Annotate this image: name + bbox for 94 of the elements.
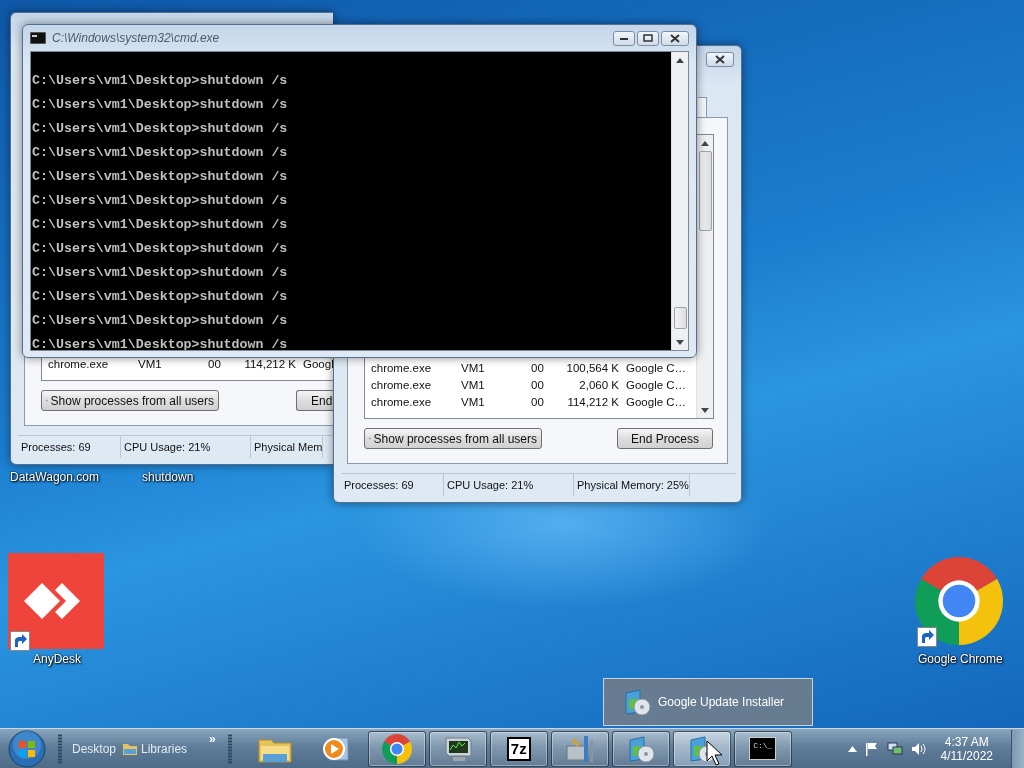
console-line: C:\Users\vm1\Desktop>shutdown /s <box>32 96 289 114</box>
table-cell-text: VM1 <box>138 357 163 370</box>
clock-date[interactable]: 4/11/2022 <box>940 748 993 763</box>
show-desktop-button[interactable] <box>1011 729 1024 768</box>
taskbar-button[interactable]: C:\_ <box>733 730 792 767</box>
taskbar-button[interactable] <box>428 730 487 767</box>
table-cell-text: chrome.exe <box>48 357 110 370</box>
popup-title: Google Update Installer <box>658 695 785 709</box>
console-icon <box>30 32 46 44</box>
maximize-button[interactable] <box>637 30 659 46</box>
table-cell-text: 00 <box>531 378 545 391</box>
table-cell: Googl <box>303 357 333 370</box>
table-cell-text: chrome.exe <box>371 378 433 391</box>
desktop-icon-label[interactable]: shutdown <box>142 470 194 484</box>
link-text: Libraries <box>141 741 188 756</box>
browser-icon[interactable] <box>381 733 412 764</box>
clock-time[interactable]: 4:37 AM <box>944 734 989 749</box>
thumbnail-popup[interactable]: Google Update Installer <box>603 678 813 726</box>
table-cell-text: VM1 <box>461 395 486 408</box>
table-cell: Google C… <box>626 395 687 408</box>
status-text: CPU Usage: 21% <box>444 474 574 496</box>
table-cell-text: VM1 <box>461 361 486 374</box>
taskbar-button[interactable] <box>611 730 670 767</box>
scrollbar[interactable] <box>696 135 713 418</box>
scrollbar[interactable] <box>671 52 688 350</box>
table-cell-text: chrome.exe <box>371 395 433 408</box>
caret-down-icon <box>701 408 709 413</box>
console-line: C:\Users\vm1\Desktop>shutdown /s <box>32 72 289 90</box>
desktop-icon-label[interactable]: Google Chrome <box>918 652 1003 666</box>
table-cell: Google C… <box>626 361 687 374</box>
installer-icon <box>622 687 652 717</box>
show-all-processes-button[interactable]: Show processes from all users <box>41 390 219 411</box>
end-process-button[interactable]: End <box>296 390 333 411</box>
browser-logo-icon <box>915 557 1003 645</box>
table-cell: Google C… <box>626 378 687 391</box>
table-cell-text: 114,212 K <box>243 357 296 370</box>
table-cell-text: chrome.exe <box>371 361 433 374</box>
table-cell-text: 114,212 K <box>566 395 619 408</box>
desktop-icon-label[interactable]: DataWagon.com <box>10 470 99 484</box>
caret-up-icon <box>676 58 684 63</box>
minimize-icon <box>619 35 629 41</box>
status-text: CPU Usage: 21% <box>121 436 251 458</box>
flag-icon[interactable] <box>864 741 879 756</box>
taskbar-button[interactable] <box>672 730 731 767</box>
console-line: C:\Users\vm1\Desktop>shutdown /s <box>32 216 289 234</box>
table-cell-text: 00 <box>208 357 222 370</box>
archive-app-icon: 7z <box>506 736 531 761</box>
table-cell-text: VM1 <box>461 378 486 391</box>
console-line: C:\Users\vm1\Desktop>shutdown /s <box>32 240 289 258</box>
console-icon: C:\_ <box>749 737 777 760</box>
minimize-button[interactable] <box>613 30 635 46</box>
speaker-icon[interactable] <box>910 741 927 756</box>
console-line: C:\Users\vm1\Desktop>shutdown /s <box>32 120 289 138</box>
console-line: C:\Users\vm1\Desktop>shutdown /s <box>32 288 289 306</box>
status-text: Physical Memory: 25% <box>574 474 690 496</box>
overflow-button[interactable]: » <box>209 732 216 746</box>
close-button[interactable] <box>706 51 734 67</box>
folder-icon <box>123 742 138 755</box>
cursor-icon <box>706 740 722 766</box>
tab[interactable] <box>698 97 707 117</box>
toolbar-link[interactable]: Libraries <box>123 741 188 756</box>
close-icon <box>715 54 725 64</box>
console-line: C:\Users\vm1\Desktop>shutdown /s <box>32 336 289 350</box>
taskbar-button[interactable] <box>550 730 609 767</box>
taskbar-button[interactable]: 7z <box>489 730 548 767</box>
caret-icon[interactable] <box>847 745 857 752</box>
toolbar-link[interactable]: Desktop <box>72 741 117 756</box>
console-line: C:\Users\vm1\Desktop>shutdown /s <box>32 264 289 282</box>
close-icon <box>670 33 680 43</box>
close-button[interactable] <box>661 30 689 46</box>
tools-icon <box>563 733 596 764</box>
maximize-icon <box>643 34 653 42</box>
console-line: C:\Users\vm1\Desktop>shutdown /s <box>32 168 289 186</box>
table-cell-text: 00 <box>531 395 545 408</box>
scroll-thumb[interactable] <box>673 307 687 329</box>
status-text: Processes: 69 <box>18 436 121 458</box>
start-button[interactable] <box>8 729 46 768</box>
caret-up-icon <box>701 141 709 146</box>
table-cell-text: 100,564 K <box>565 361 619 374</box>
scroll-thumb[interactable] <box>698 151 712 231</box>
table-cell-text: 00 <box>531 361 545 374</box>
taskbar-button[interactable] <box>367 730 426 767</box>
show-all-processes-button[interactable]: Show processes from all users <box>364 428 542 449</box>
status-text: Physical Mem <box>251 436 324 458</box>
status-text: Processes: 69 <box>341 474 444 496</box>
console-line: C:\Users\vm1\Desktop>shutdown /s <box>32 192 289 210</box>
desktop-icon-label[interactable]: AnyDesk <box>33 652 82 666</box>
table-cell-text: 2,060 K <box>578 378 619 391</box>
console-line: C:\Users\vm1\Desktop>shutdown /s <box>32 312 289 330</box>
network-icon[interactable] <box>886 741 903 756</box>
end-process-button[interactable]: End Process <box>617 428 713 449</box>
console-line: C:\Users\vm1\Desktop>shutdown /s <box>32 144 289 162</box>
window-title: C:\Windows\system32\cmd.exe <box>52 31 220 45</box>
caret-down-icon <box>676 340 684 345</box>
